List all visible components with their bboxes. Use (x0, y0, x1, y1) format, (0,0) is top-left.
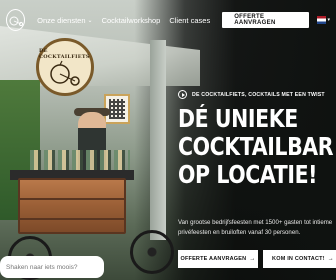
cocktail-cart (18, 178, 126, 234)
cart-wheel (130, 230, 174, 274)
headline-line: DÉ UNIEKE (178, 104, 298, 133)
hero-content: DE COCKTAILFIETS, COCKTAILS MET EEN TWIS… (178, 90, 336, 189)
cocktailfiets-sign: DE COCKTAILFIETS (36, 38, 94, 96)
tagline: DE COCKTAILFIETS, COCKTAILS MET EEN TWIS… (192, 91, 325, 98)
arrow-right-icon: → (327, 256, 334, 262)
chat-input[interactable]: Shaken naar iets moois? (0, 256, 104, 278)
tagline-row: DE COCKTAILFIETS, COCKTAILS MET EEN TWIS… (178, 90, 336, 99)
offerte-aanvragen-nav-button[interactable]: OFFERTE AANVRAGEN (222, 12, 310, 28)
logo[interactable] (6, 9, 26, 31)
nav-item-label: Onze diensten (37, 15, 86, 25)
sign-text: DE COCKTAILFIETS (39, 48, 90, 60)
nav-item-label: Client cases (169, 15, 211, 25)
headline-line: COCKTAILBAR (178, 132, 334, 161)
bottle-shelf (30, 150, 130, 172)
hero-subtext: Van grootse bedrijfsfeesten met 1500+ ga… (178, 219, 333, 236)
cart-plank (18, 218, 126, 220)
page-title: DÉ UNIEKE COCKTAILBAR OP LOCATIE! (178, 104, 334, 189)
cart-plank (18, 198, 126, 200)
navbar: Onze diensten ⌄ Cocktailworkshop Client … (0, 0, 336, 40)
hero-buttons: OFFERTE AANVRAGEN → KOM IN CONTACT! → (178, 250, 336, 268)
offerte-aanvragen-button[interactable]: OFFERTE AANVRAGEN → (178, 250, 258, 268)
pillar (150, 40, 166, 240)
nav-item-onze-diensten[interactable]: Onze diensten ⌄ (37, 16, 92, 25)
chevron-down-icon: ⌄ (87, 17, 93, 24)
penny-farthing-icon (50, 60, 80, 86)
nav-item-client-cases[interactable]: Client cases (169, 16, 210, 25)
play-icon[interactable] (178, 90, 187, 99)
button-label: OFFERTE AANVRAGEN (180, 256, 247, 262)
nl-flag-icon[interactable] (317, 16, 327, 24)
button-label: KOM IN CONTACT! (272, 256, 325, 262)
headline-line: OP LOCATIE! (178, 160, 318, 189)
kom-in-contact-button[interactable]: KOM IN CONTACT! → (263, 250, 336, 268)
chevron-down-icon[interactable]: ▾ (327, 17, 330, 23)
arrow-right-icon: → (249, 256, 256, 262)
bike-logo-icon (9, 16, 23, 26)
nav-item-cocktailworkshop[interactable]: Cocktailworkshop (102, 16, 161, 25)
nav-item-label: Cocktailworkshop (101, 15, 161, 25)
